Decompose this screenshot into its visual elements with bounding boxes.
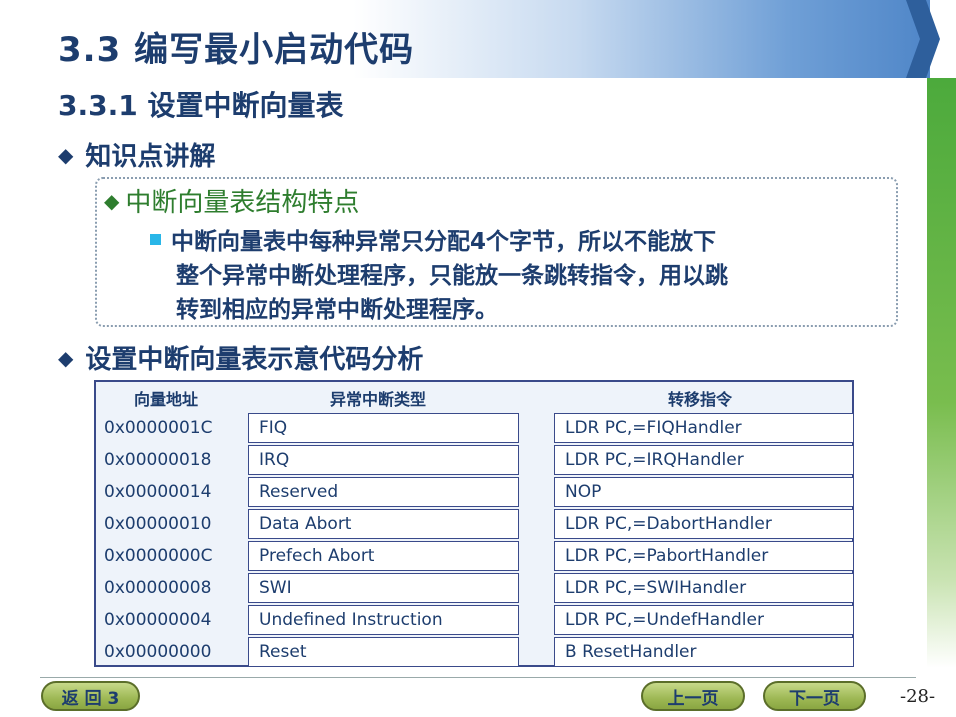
square-bullet-icon	[150, 234, 161, 245]
exception-type-cell: IRQ	[248, 445, 519, 475]
table-header-type: 异常中断类型	[330, 390, 427, 409]
diamond-bullet-icon: ◆	[58, 345, 74, 370]
back-button[interactable]: 返 回 3	[41, 681, 140, 711]
vector-address-cell: 0x00000008	[104, 578, 212, 598]
jump-instruction-cell: NOP	[554, 477, 854, 507]
exception-type-cell: Reserved	[248, 477, 519, 507]
footer-divider	[40, 677, 916, 678]
vector-address-cell: 0x0000000C	[104, 546, 213, 566]
header-arrow-decoration	[906, 0, 940, 78]
paragraph-line-2: 整个异常中断处理程序，只能放一条跳转指令，用以跳	[176, 263, 728, 289]
bullet-knowledge: ◆ 知识点讲解	[58, 136, 215, 173]
section-title: 3.3.1 设置中断向量表	[58, 89, 344, 122]
vector-address-cell: 0x00000010	[104, 514, 212, 534]
jump-instruction-cell: B ResetHandler	[554, 637, 854, 667]
feature-heading-label: 中断向量表结构特点	[125, 188, 360, 218]
exception-type-cell: Undefined Instruction	[248, 605, 519, 635]
previous-page-button[interactable]: 上一页	[641, 681, 745, 711]
vector-address-cell: 0x00000018	[104, 450, 212, 470]
page-title: 3.3 编写最小启动代码	[58, 30, 415, 70]
exception-type-cell: Prefech Abort	[248, 541, 519, 571]
exception-type-cell: SWI	[248, 573, 519, 603]
bullet-knowledge-label: 知识点讲解	[85, 142, 216, 172]
table-header-address: 向量地址	[134, 390, 199, 409]
page-number: -28-	[900, 686, 936, 707]
vector-address-cell: 0x00000014	[104, 482, 212, 502]
vector-address-cell: 0x0000001C	[104, 418, 213, 438]
paragraph-line-3: 转到相应的异常中断处理程序。	[176, 297, 498, 323]
vector-address-cell: 0x00000004	[104, 610, 212, 630]
jump-instruction-cell: LDR PC,=PabortHandler	[554, 541, 854, 571]
jump-instruction-cell: LDR PC,=UndefHandler	[554, 605, 854, 635]
table-header-instruction: 转移指令	[668, 390, 733, 409]
jump-instruction-cell: LDR PC,=IRQHandler	[554, 445, 854, 475]
feature-paragraph: 中断向量表中每种异常只分配4个字节，所以不能放下 整个异常中断处理程序，只能放一…	[150, 225, 890, 327]
bullet-code-analysis: ◆ 设置中断向量表示意代码分析	[58, 339, 423, 376]
exception-type-cell: FIQ	[248, 413, 519, 443]
side-green-bar	[927, 78, 956, 668]
paragraph-line-1: 中断向量表中每种异常只分配4个字节，所以不能放下	[171, 229, 717, 255]
jump-instruction-cell: LDR PC,=SWIHandler	[554, 573, 854, 603]
diamond-bullet-icon: ◆	[58, 142, 74, 167]
jump-instruction-cell: LDR PC,=DabortHandler	[554, 509, 854, 539]
next-page-button[interactable]: 下一页	[763, 681, 866, 711]
diamond-bullet-icon: ◆	[104, 188, 120, 213]
exception-type-cell: Reset	[248, 637, 519, 667]
feature-heading: ◆ 中断向量表结构特点	[104, 182, 359, 219]
vector-address-cell: 0x00000000	[104, 642, 212, 662]
exception-type-cell: Data Abort	[248, 509, 519, 539]
bullet-code-analysis-label: 设置中断向量表示意代码分析	[85, 345, 424, 375]
jump-instruction-cell: LDR PC,=FIQHandler	[554, 413, 854, 443]
